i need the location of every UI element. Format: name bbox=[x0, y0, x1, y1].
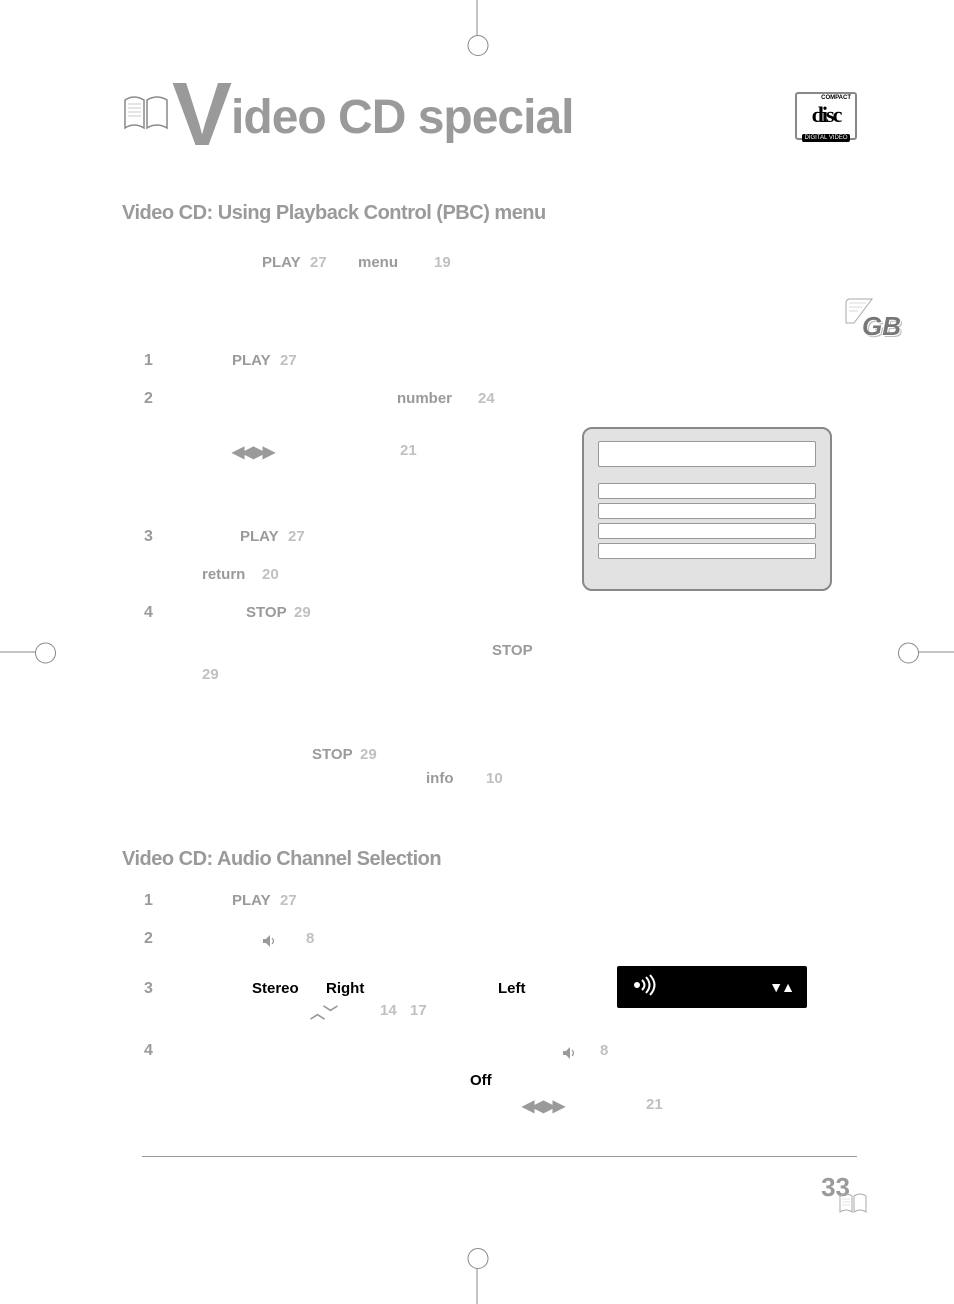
s2-step3-stereo: Stereo bbox=[252, 980, 299, 997]
diagram-bar bbox=[598, 523, 816, 539]
sound-waves-icon bbox=[631, 974, 659, 1001]
intro-menu-ref: 19 bbox=[434, 254, 451, 271]
step4-stop-label: STOP bbox=[246, 604, 287, 621]
s2-step1-play-ref: 27 bbox=[280, 892, 297, 909]
footer-divider bbox=[142, 1156, 857, 1157]
step1-number: 1 bbox=[144, 352, 153, 370]
step3-return-label: return bbox=[202, 566, 245, 583]
section1-heading: Video CD: Using Playback Control (PBC) m… bbox=[122, 202, 546, 225]
step4-stop-ref: 29 bbox=[294, 604, 311, 621]
step4-stop2-label: STOP bbox=[492, 642, 533, 659]
step1-play-ref: 27 bbox=[280, 352, 297, 369]
s2-step2-ref: 8 bbox=[306, 930, 314, 947]
logo-disc-text: disc bbox=[797, 104, 855, 126]
book-icon bbox=[122, 92, 172, 132]
logo-compact-text: COMPACT bbox=[821, 95, 851, 101]
s2-step3-ref2: 17 bbox=[410, 1002, 427, 1019]
diagram-bar bbox=[598, 503, 816, 519]
section2-heading: Video CD: Audio Channel Selection bbox=[122, 848, 441, 871]
intro-menu-label: menu bbox=[358, 254, 398, 271]
up-down-triangles-icon: ▼▲ bbox=[769, 979, 793, 995]
compact-disc-logo: COMPACT disc DIGITAL VIDEO bbox=[795, 92, 857, 140]
diagram-bar bbox=[598, 543, 816, 559]
intro-play-ref: 27 bbox=[310, 254, 327, 271]
step4-stop2-ref: 29 bbox=[202, 666, 219, 683]
s2-step2-number: 2 bbox=[144, 930, 153, 948]
rewind-forward-icon: ◀◀ ▶▶ bbox=[232, 442, 272, 462]
s2-step1-number: 1 bbox=[144, 892, 153, 910]
s2-step4-arrows-ref: 21 bbox=[646, 1096, 663, 1113]
logo-dv-text: DIGITAL VIDEO bbox=[802, 134, 849, 142]
diagram-bar-large bbox=[598, 441, 816, 467]
note-stop-ref: 29 bbox=[360, 746, 377, 763]
diagram-bar bbox=[598, 483, 816, 499]
menu-diagram bbox=[582, 427, 832, 591]
speaker-icon bbox=[262, 932, 278, 949]
step3-return-ref: 20 bbox=[262, 566, 279, 583]
step2-number-label: number bbox=[397, 390, 452, 407]
s2-step3-right: Right bbox=[326, 980, 364, 997]
s2-step4-number: 4 bbox=[144, 1042, 153, 1060]
s2-step3-left: Left bbox=[498, 980, 526, 997]
rewind-forward-icon: ◀◀ ▶▶ bbox=[522, 1096, 562, 1116]
s2-step3-ref1: 14 bbox=[380, 1002, 397, 1019]
title-rest: ideo CD special bbox=[231, 91, 573, 144]
note-stop-label: STOP bbox=[312, 746, 353, 763]
s2-step3-number: 3 bbox=[144, 980, 153, 998]
note-info-ref: 10 bbox=[486, 770, 503, 787]
note-info-label: info bbox=[426, 770, 454, 787]
manual-page: Video CD special COMPACT disc DIGITAL VI… bbox=[62, 62, 892, 1242]
step2-number: 2 bbox=[144, 390, 153, 408]
s2-step4-off: Off bbox=[470, 1072, 492, 1089]
page-book-icon bbox=[838, 1190, 870, 1216]
chapter-title: Video CD special bbox=[172, 64, 573, 167]
page-header: Video CD special COMPACT disc DIGITAL VI… bbox=[62, 62, 892, 162]
osd-info-bar: ▼▲ bbox=[617, 966, 807, 1008]
step3-play-label: PLAY bbox=[240, 528, 279, 545]
step4-number: 4 bbox=[144, 604, 153, 622]
s2-step1-play: PLAY bbox=[232, 892, 271, 909]
intro-play-label: PLAY bbox=[262, 254, 301, 271]
step2-number-ref: 24 bbox=[478, 390, 495, 407]
step3-play-ref: 27 bbox=[288, 528, 305, 545]
step2-arrows-ref: 21 bbox=[400, 442, 417, 459]
s2-step4-ref: 8 bbox=[600, 1042, 608, 1059]
title-big-letter: V bbox=[172, 65, 231, 165]
step1-play-label: PLAY bbox=[232, 352, 271, 369]
speaker-icon bbox=[562, 1044, 578, 1061]
step3-number: 3 bbox=[144, 528, 153, 546]
up-down-icon: ︿﹀ bbox=[310, 1002, 336, 1023]
